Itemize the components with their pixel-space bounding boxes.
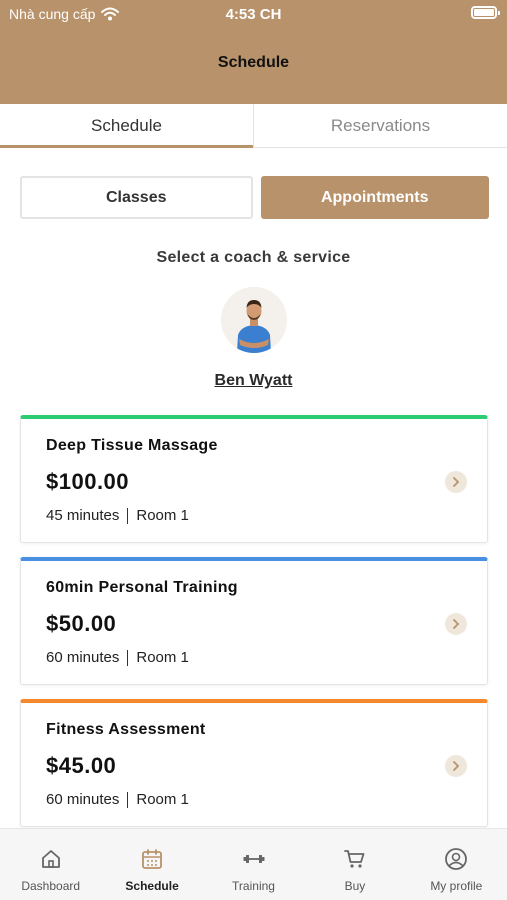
battery-icon bbox=[471, 6, 500, 19]
service-meta: 60 minutes Room 1 bbox=[46, 791, 189, 808]
service-price: $100.00 bbox=[46, 469, 130, 494]
nav-dashboard[interactable]: Dashboard bbox=[0, 829, 101, 900]
nav-my-profile-label: My profile bbox=[430, 879, 483, 893]
service-room: Room 1 bbox=[136, 791, 189, 808]
nav-schedule[interactable]: Schedule bbox=[101, 829, 202, 900]
tab-reservations[interactable]: Reservations bbox=[253, 104, 507, 147]
service-name: Fitness Assessment bbox=[46, 721, 206, 738]
meta-divider bbox=[127, 791, 129, 808]
page-title: Schedule bbox=[217, 54, 290, 71]
nav-my-profile[interactable]: My profile bbox=[406, 829, 507, 900]
nav-training[interactable]: Training bbox=[203, 829, 304, 900]
app-header: Nhà cung cấp 4:53 CH Schedule bbox=[0, 0, 507, 104]
nav-schedule-label: Schedule bbox=[125, 879, 179, 893]
nav-training-label: Training bbox=[232, 879, 275, 893]
coach-name: Ben Wyatt bbox=[0, 372, 507, 390]
service-duration: 45 minutes bbox=[46, 507, 120, 524]
meta-divider bbox=[127, 507, 129, 524]
service-card-deep-tissue-massage[interactable]: Deep Tissue Massage $100.00 45 minutes R… bbox=[20, 415, 488, 543]
service-room: Room 1 bbox=[136, 649, 189, 666]
service-card-fitness-assessment[interactable]: Fitness Assessment $45.00 60 minutes Roo… bbox=[20, 699, 488, 827]
service-price: $45.00 bbox=[46, 753, 117, 778]
service-name: 60min Personal Training bbox=[46, 579, 238, 596]
bottom-tab-bar: Dashboard Schedule Training Buy My profi… bbox=[0, 828, 507, 900]
coach-avatar-image bbox=[221, 287, 287, 353]
cart-icon bbox=[344, 850, 365, 868]
chevron-right-icon[interactable] bbox=[445, 471, 467, 493]
dumbbell-icon bbox=[243, 855, 265, 863]
select-coach-prompt: Select a coach & service bbox=[156, 249, 351, 266]
chevron-right-icon[interactable] bbox=[445, 755, 467, 777]
calendar-icon bbox=[142, 849, 163, 869]
nav-buy-label: Buy bbox=[344, 879, 366, 893]
service-meta: 60 minutes Room 1 bbox=[46, 649, 189, 666]
status-bar: Nhà cung cấp 4:53 CH bbox=[0, 0, 507, 30]
meta-divider bbox=[127, 649, 129, 666]
service-name: Deep Tissue Massage bbox=[46, 437, 218, 454]
status-time: 4:53 CH bbox=[225, 6, 282, 23]
service-room: Room 1 bbox=[136, 507, 189, 524]
service-meta: 45 minutes Room 1 bbox=[46, 507, 189, 524]
nav-buy[interactable]: Buy bbox=[304, 829, 405, 900]
class-type-segmented-control: Classes Appointments bbox=[20, 176, 489, 219]
appointments-button[interactable]: Appointments bbox=[260, 176, 489, 219]
profile-icon bbox=[445, 848, 468, 870]
coach-avatar[interactable] bbox=[221, 287, 287, 353]
chevron-right-icon[interactable] bbox=[445, 613, 467, 635]
service-card-personal-training[interactable]: 60min Personal Training $50.00 60 minute… bbox=[20, 557, 488, 685]
service-price: $50.00 bbox=[46, 611, 117, 636]
classes-button[interactable]: Classes bbox=[20, 176, 253, 219]
tab-schedule[interactable]: Schedule bbox=[0, 104, 253, 148]
top-tabs: Schedule Reservations bbox=[0, 104, 507, 148]
nav-dashboard-label: Dashboard bbox=[21, 879, 81, 893]
service-duration: 60 minutes bbox=[46, 791, 120, 808]
coach-name-link[interactable]: Ben Wyatt bbox=[215, 372, 293, 389]
home-icon bbox=[41, 850, 60, 868]
service-duration: 60 minutes bbox=[46, 649, 120, 666]
